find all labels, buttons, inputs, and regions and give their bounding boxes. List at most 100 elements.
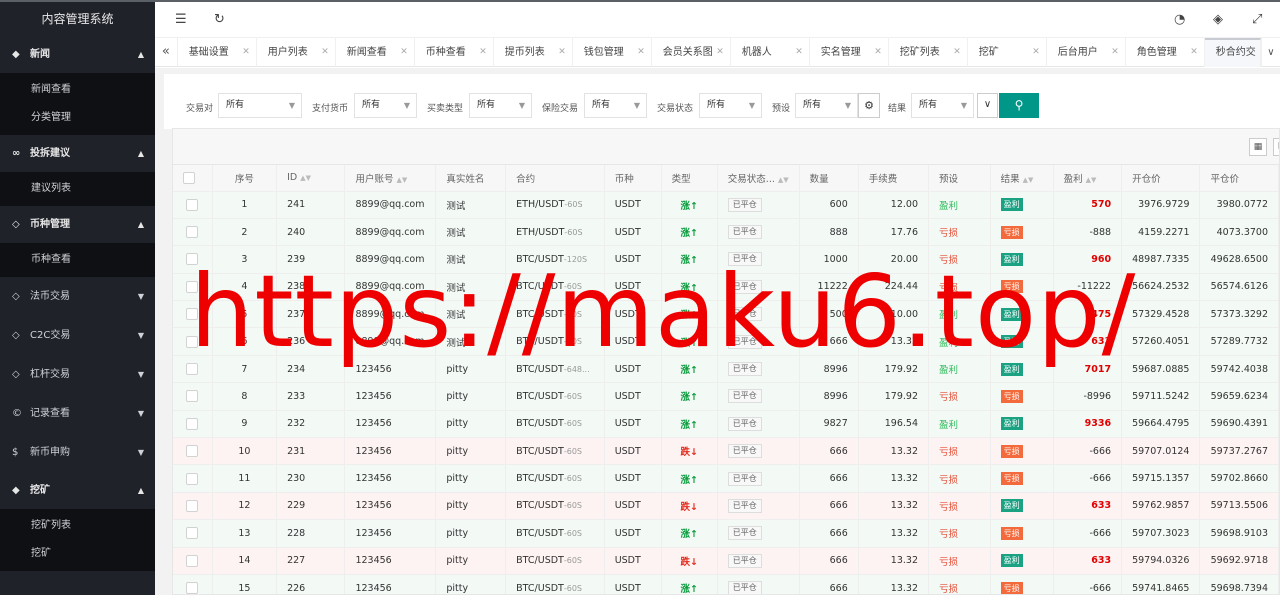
row-select-cell[interactable] [173, 492, 213, 521]
close-icon[interactable]: ✕ [1111, 38, 1119, 67]
close-icon[interactable]: ✕ [637, 38, 645, 67]
table-row[interactable]: 5 237 8899@qq.com 测试 BTC/USDT-60S USDT 涨↑ 已平仓 50… [173, 300, 1279, 329]
table-row[interactable]: 12 229 123456 pitty BTC/USDT-60S USDT 跌↓ 已平仓 666… [173, 492, 1279, 521]
close-icon[interactable]: ✕ [400, 38, 408, 67]
refresh-icon[interactable]: ↻ [214, 12, 225, 27]
row-select-cell[interactable] [173, 191, 213, 219]
row-checkbox[interactable] [186, 363, 199, 376]
sidebar-item[interactable]: 分类管理 [0, 104, 155, 132]
tab-6[interactable]: 会员关系图 ✕ [652, 38, 731, 67]
table-row[interactable]: 9 232 123456 pitty BTC/USDT-60S USDT 涨↑ 已平仓 9827… [173, 410, 1279, 439]
table-row[interactable]: 3 239 8899@qq.com 测试 BTC/USDT-120S USDT 涨↑ 已平仓 1… [173, 245, 1279, 274]
row-select-cell[interactable] [173, 382, 213, 411]
sort-icon[interactable]: ▲▼ [778, 176, 789, 184]
row-select-cell[interactable] [173, 300, 213, 329]
tab-2[interactable]: 新闻查看 ✕ [336, 38, 415, 67]
row-select-cell[interactable] [173, 327, 213, 356]
row-select-cell[interactable] [173, 519, 213, 548]
row-checkbox[interactable] [186, 390, 199, 403]
sidebar-group-4[interactable]: ◇ C2C交易 ▼ [0, 316, 155, 355]
export-icon[interactable]: ⎘ [1273, 138, 1279, 156]
row-checkbox[interactable] [186, 253, 199, 266]
sidebar-group-2[interactable]: ◇ 币种管理 ▲ [0, 206, 155, 243]
row-checkbox[interactable] [186, 527, 199, 540]
row-select-cell[interactable] [173, 437, 213, 466]
tab-7[interactable]: 机器人 ✕ [731, 38, 810, 67]
search-button[interactable]: ⚲ [999, 93, 1039, 118]
sidebar-group-1[interactable]: ∞ 投拆建议 ▲ [0, 135, 155, 172]
tab-scroll-left-icon[interactable]: « [155, 38, 178, 67]
filter-select-preset[interactable]: 所有 ▼ [795, 93, 858, 118]
sidebar-group-0[interactable]: ◆ 新闻 ▲ [0, 36, 155, 73]
sort-icon[interactable]: ▲▼ [1023, 176, 1034, 184]
tab-1[interactable]: 用户列表 ✕ [257, 38, 336, 67]
filter-select-trade-type[interactable]: 所有 ▼ [469, 93, 532, 118]
close-icon[interactable]: ✕ [479, 38, 487, 67]
tab-10[interactable]: 挖矿 ✕ [968, 38, 1047, 67]
sidebar-group-5[interactable]: ◇ 杠杆交易 ▼ [0, 355, 155, 394]
close-icon[interactable]: ✕ [1032, 38, 1040, 67]
row-checkbox[interactable] [186, 226, 199, 239]
tab-menu-chevron-down-icon[interactable]: ∨ [1260, 38, 1280, 67]
row-checkbox[interactable] [186, 308, 199, 321]
filter-select-pair[interactable]: 所有 ▼ [218, 93, 302, 118]
sort-icon[interactable]: ▲▼ [1086, 176, 1097, 184]
table-row[interactable]: 14 227 123456 pitty BTC/USDT-60S USDT 跌↓ 已平仓 666… [173, 547, 1279, 575]
row-checkbox[interactable] [186, 582, 199, 594]
theme-palette-icon[interactable]: ◔ [1174, 12, 1185, 27]
tab-8[interactable]: 实名管理 ✕ [810, 38, 889, 67]
row-select-cell[interactable] [173, 218, 213, 247]
table-row[interactable]: 11 230 123456 pitty BTC/USDT-60S USDT 涨↑ 已平仓 666… [173, 464, 1279, 493]
table-row[interactable]: 15 226 123456 pitty BTC/USDT-60S USDT 涨↑ 已平仓 666… [173, 574, 1279, 594]
tab-3[interactable]: 币种查看 ✕ [415, 38, 494, 67]
row-select-cell[interactable] [173, 410, 213, 439]
tab-12[interactable]: 角色管理 ✕ [1126, 38, 1205, 67]
close-icon[interactable]: ✕ [874, 38, 882, 67]
row-select-cell[interactable] [173, 355, 213, 384]
row-checkbox[interactable] [186, 417, 199, 430]
filter-select-trade-status[interactable]: 所有 ▼ [699, 93, 762, 118]
row-checkbox[interactable] [186, 445, 199, 458]
column-header-0[interactable] [173, 165, 213, 192]
row-checkbox[interactable] [186, 472, 199, 485]
tab-13[interactable]: 秒合约交 [1204, 38, 1261, 67]
tab-11[interactable]: 后台用户 ✕ [1047, 38, 1126, 67]
row-select-cell[interactable] [173, 273, 213, 302]
tab-0[interactable]: 基础设置 ✕ [178, 38, 257, 67]
expand-filters-chevron-down-icon[interactable]: ∨ [977, 93, 998, 118]
row-checkbox[interactable] [186, 335, 199, 348]
sort-icon[interactable]: ▲▼ [396, 176, 407, 184]
row-checkbox[interactable] [186, 554, 199, 567]
row-checkbox[interactable] [186, 499, 199, 512]
row-checkbox[interactable] [186, 198, 199, 211]
tab-4[interactable]: 提币列表 ✕ [494, 38, 573, 67]
tab-5[interactable]: 钱包管理 ✕ [573, 38, 652, 67]
table-row[interactable]: 7 234 123456 pitty BTC/USDT-648... USDT 涨↑ 已平仓 8… [173, 355, 1279, 384]
tag-icon[interactable]: ◈ [1213, 12, 1223, 27]
table-row[interactable]: 1 241 8899@qq.com 测试 ETH/USDT-60S USDT 涨↑ 已平仓 60… [173, 191, 1279, 219]
sidebar-item[interactable]: 新闻查看 [0, 76, 155, 104]
sidebar-item[interactable]: 挖矿列表 [0, 512, 155, 540]
table-row[interactable]: 6 236 8899@qq.com 测试 BTC/USDT-60S USDT 涨↑ 已平仓 66… [173, 327, 1279, 356]
table-row[interactable]: 8 233 123456 pitty BTC/USDT-60S USDT 涨↑ 已平仓 8996… [173, 382, 1279, 411]
row-select-cell[interactable] [173, 547, 213, 575]
close-icon[interactable]: ✕ [321, 38, 329, 67]
sidebar-item[interactable]: 挖矿 [0, 540, 155, 568]
sidebar-group-7[interactable]: $ 新币申购 ▼ [0, 433, 155, 472]
sidebar-group-6[interactable]: © 记录查看 ▼ [0, 394, 155, 433]
sidebar-group-3[interactable]: ◇ 法币交易 ▼ [0, 277, 155, 316]
sidebar-item[interactable]: 建议列表 [0, 175, 155, 203]
close-icon[interactable]: ✕ [716, 38, 724, 67]
row-select-cell[interactable] [173, 245, 213, 274]
table-row[interactable]: 4 238 8899@qq.com 测试 BTC/USDT-60S USDT 涨↑ 已平仓 11… [173, 273, 1279, 302]
close-icon[interactable]: ✕ [953, 38, 961, 67]
row-checkbox[interactable] [186, 280, 199, 293]
filter-select-result[interactable]: 所有 ▼ [911, 93, 974, 118]
column-filter-icon[interactable]: ▦ [1249, 138, 1267, 156]
row-select-cell[interactable] [173, 574, 213, 594]
table-row[interactable]: 2 240 8899@qq.com 测试 ETH/USDT-60S USDT 涨↑ 已平仓 88… [173, 218, 1279, 247]
close-icon[interactable]: ✕ [1190, 38, 1198, 67]
sidebar-item[interactable]: 币种查看 [0, 246, 155, 274]
row-select-cell[interactable] [173, 464, 213, 493]
close-icon[interactable]: ✕ [558, 38, 566, 67]
